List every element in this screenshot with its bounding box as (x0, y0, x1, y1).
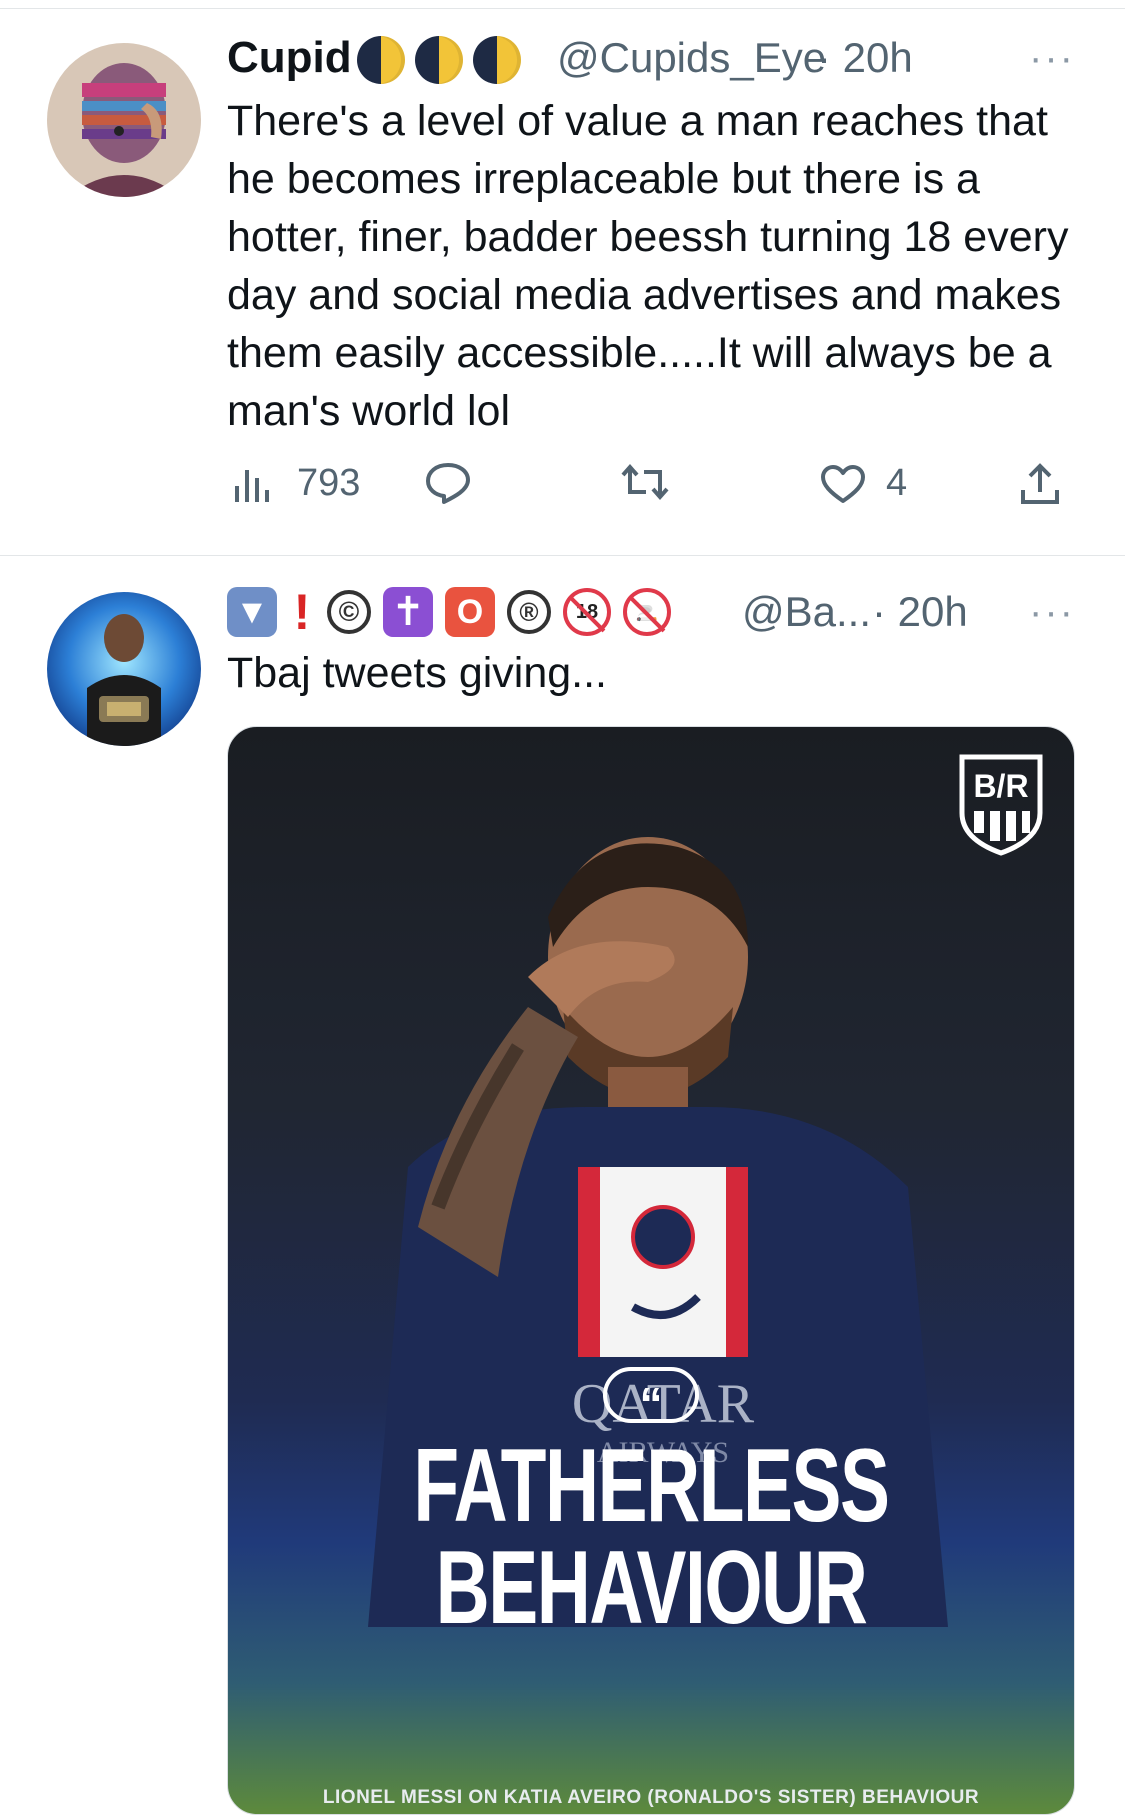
analytics-icon (235, 469, 269, 502)
exclamation-icon: ! (293, 584, 311, 640)
media-headline: FATHERLESS BEHAVIOUR (228, 1428, 1074, 1646)
views-button[interactable]: 793 (233, 462, 360, 505)
tweet-text: There's a level of value a man reaches t… (227, 97, 1069, 435)
share-button[interactable] (1019, 462, 1061, 506)
latin-cross-icon: ✝ (383, 587, 433, 637)
tweet-cupid[interactable]: Cupid @Cupids_Eye · 20h ··· There's a le… (0, 0, 1125, 555)
triangle-down-icon: ▼ (227, 587, 277, 637)
retweet-icon (621, 463, 669, 501)
media-caption: LIONEL MESSI ON KATIA AVEIRO (RONALDO'S … (322, 1787, 980, 1808)
no-smoking-icon: 🚬 (623, 588, 671, 636)
more-options-icon[interactable]: ··· (1029, 592, 1075, 632)
share-icon (1021, 463, 1059, 504)
reply-icon (426, 463, 470, 504)
tweet-text: Tbaj tweets giving... (227, 649, 608, 697)
tweet-header: ▼ ! © ✝ O ® 18 🚬 @Ba... · 20h ··· (227, 584, 1075, 650)
quote-icon: “ (639, 1378, 663, 1430)
moon-icon (415, 36, 463, 84)
avatar-image (47, 43, 201, 197)
headline-line-1: FATHERLESS (413, 1428, 890, 1544)
timestamp[interactable]: · 20h (817, 30, 913, 86)
like-button[interactable]: 4 (820, 462, 907, 505)
tweet-header: Cupid @Cupids_Eye · 20h ··· (227, 30, 1075, 96)
display-name-badges[interactable]: ▼ ! © ✝ O ® 18 🚬 (227, 584, 671, 640)
reply-button[interactable] (425, 462, 471, 504)
avatar[interactable] (47, 592, 201, 746)
headline-line-2: BEHAVIOUR (435, 1530, 868, 1646)
moon-icon (357, 36, 405, 84)
handle[interactable]: @Cupids_Eye (557, 30, 826, 86)
more-options-icon[interactable]: ··· (1029, 38, 1075, 78)
br-logo: B/R (959, 754, 1043, 856)
o-button-icon: O (445, 587, 495, 637)
handle[interactable]: @Ba... (742, 584, 871, 640)
tweet-actions: 793 4 (227, 462, 1075, 522)
registered-icon: ® (507, 590, 551, 634)
avatar-image (47, 592, 201, 746)
views-count: 793 (297, 462, 361, 504)
tweet-media-image[interactable]: QATAR AIRWAYS B/R “ FATHERLESS BEHAVIOUR… (227, 726, 1075, 1815)
display-name[interactable]: Cupid (227, 30, 352, 86)
retweet-button[interactable] (620, 462, 670, 502)
likes-count: 4 (886, 462, 908, 504)
no-under-18-icon: 18 (563, 588, 611, 636)
copyright-icon: © (327, 590, 371, 634)
quote-badge: “ (603, 1367, 699, 1427)
moon-icon (473, 36, 521, 84)
avatar[interactable] (47, 43, 201, 197)
br-logo-text: B/R (973, 768, 1028, 804)
tweet-ba[interactable]: ▼ ! © ✝ O ® 18 🚬 @Ba... · 20h ··· Tbaj t… (0, 556, 1125, 1815)
heart-icon (821, 464, 865, 503)
timestamp[interactable]: · 20h (872, 584, 968, 640)
name-emojis (357, 36, 521, 84)
